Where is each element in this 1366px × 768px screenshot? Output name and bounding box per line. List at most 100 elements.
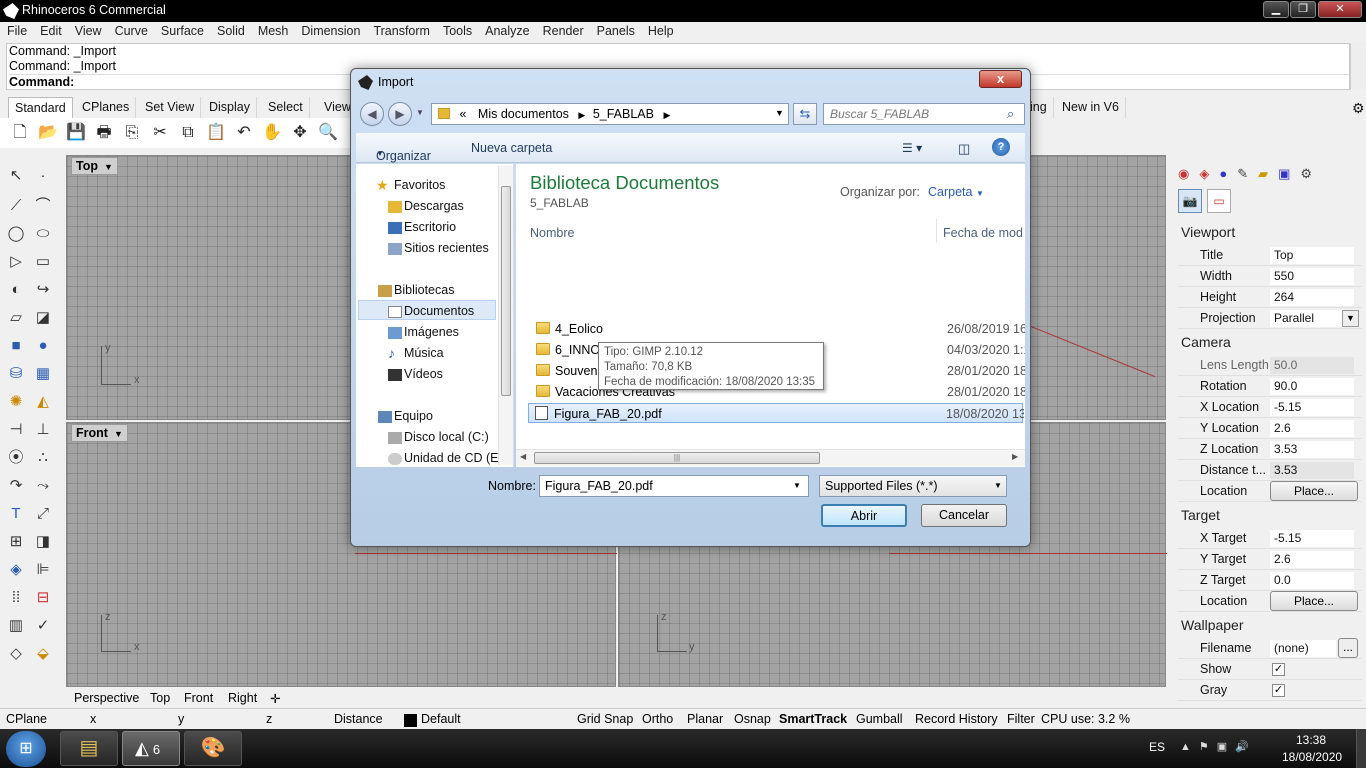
box-icon[interactable]: ■ (4, 334, 28, 358)
address-bar[interactable]: « Mis documentos ▶ 5_FABLAB ▶ ▼ (431, 103, 789, 125)
point-icon[interactable]: · (31, 164, 55, 188)
menu-help[interactable]: Help (641, 22, 680, 38)
cancel-button[interactable]: Cancelar (921, 504, 1007, 527)
toggle-gumball[interactable]: Gumball (856, 712, 903, 726)
prop-value[interactable]: 2.6 (1270, 551, 1354, 568)
tab-set-view[interactable]: Set View (139, 97, 202, 118)
clock-date[interactable]: 18/08/2020 (1282, 750, 1342, 764)
forward-icon[interactable]: ▶ (388, 102, 412, 126)
chevron-down-icon[interactable]: ▼ (994, 481, 1002, 490)
layer-color-swatch[interactable] (404, 714, 417, 727)
show-desktop-button[interactable] (1356, 729, 1366, 768)
place-target-button[interactable]: Place... (1270, 591, 1358, 611)
explode-icon[interactable]: ✺ (4, 390, 28, 414)
start-button[interactable]: ⊞ (6, 731, 46, 767)
surface-edit-icon[interactable]: ◪ (31, 306, 55, 330)
nav-musica[interactable]: Música (404, 346, 444, 360)
explorer-taskbar-icon[interactable]: ▤ (60, 731, 118, 766)
scroll-left-icon[interactable]: ◀ (520, 452, 526, 461)
tab-select[interactable]: Select (262, 97, 310, 118)
prop-value[interactable]: 264 (1270, 289, 1354, 306)
grid-array-icon[interactable]: ⁞⁞ (4, 586, 28, 610)
tab-new-in-v6[interactable]: New in V6 (1056, 97, 1126, 118)
tab-standard[interactable]: Standard (8, 97, 73, 118)
toggle-ortho[interactable]: Ortho (642, 712, 673, 726)
hscroll-thumb[interactable]: ||| (534, 452, 820, 464)
menu-transform[interactable]: Transform (366, 22, 436, 38)
viewport-label-top[interactable]: Top ▼ (71, 157, 118, 175)
panel-tabs[interactable]: ◉◈●✎▰▣⚙ (1178, 166, 1322, 182)
vp-tab-perspective[interactable]: Perspective (74, 691, 139, 705)
mirror-icon[interactable]: ◨ (31, 530, 55, 554)
viewport-frame-icon[interactable]: ▭ (1207, 189, 1231, 213)
nav-sitios-recientes[interactable]: Sitios recientes (404, 241, 489, 255)
layers-icon[interactable]: ◈ (1199, 166, 1219, 181)
nav-documentos[interactable]: Documentos (404, 304, 474, 318)
nav-scroll-thumb[interactable] (501, 186, 511, 396)
dialog-close-button[interactable]: x (979, 70, 1022, 88)
ellipse-icon[interactable]: ⬭ (31, 222, 55, 246)
toggle-planar[interactable]: Planar (687, 712, 723, 726)
layout-icon[interactable]: ⊟ (31, 586, 55, 610)
nav-unidad-cd[interactable]: Unidad de CD (E: (404, 451, 502, 465)
nav-escritorio[interactable]: Escritorio (404, 220, 456, 234)
select-arrow-icon[interactable]: ↖ (4, 164, 28, 188)
menu-dimension[interactable]: Dimension (294, 22, 366, 38)
scroll-right-icon[interactable]: ▶ (1012, 452, 1018, 461)
menu-mesh[interactable]: Mesh (251, 22, 295, 38)
back-icon[interactable]: ◀ (360, 102, 384, 126)
trim-icon[interactable]: ⊣ (4, 418, 28, 442)
copy-icon[interactable]: ⧉ (178, 123, 198, 143)
dimension-icon[interactable]: ⤢ (31, 502, 55, 526)
search-input[interactable]: Buscar 5_FABLAB (823, 103, 1025, 125)
prop-value[interactable]: -5.15 (1270, 530, 1354, 547)
language-indicator[interactable]: ES (1149, 740, 1165, 754)
prop-value[interactable]: 0.0 (1270, 572, 1354, 589)
place-camera-button[interactable]: Place... (1270, 481, 1358, 501)
mesh-icon[interactable]: ▦ (31, 362, 55, 386)
open-file-icon[interactable]: 📂 (38, 123, 58, 143)
offset-icon[interactable]: ⤳ (31, 474, 55, 498)
block-icon[interactable]: ◈ (4, 558, 28, 582)
folder-icon[interactable]: ▰ (1258, 166, 1278, 181)
column-header-date[interactable]: Fecha de modi (943, 226, 1023, 240)
menu-tools[interactable]: Tools (436, 22, 478, 38)
breadcrumb-mis-documentos[interactable]: Mis documentos (478, 107, 569, 121)
menu-render[interactable]: Render (536, 22, 590, 38)
command-scrollbar[interactable] (1350, 43, 1366, 90)
nav-disco-local[interactable]: Disco local (C:) (404, 430, 489, 444)
cylinder-icon[interactable]: ⛁ (4, 362, 28, 386)
prop-value[interactable]: 550 (1270, 268, 1354, 285)
settings-icon[interactable]: ⚙ (1300, 166, 1322, 181)
polygon-icon[interactable]: ▷ (4, 250, 28, 274)
breadcrumb-5-fablab[interactable]: 5_FABLAB (593, 107, 654, 121)
circle-icon[interactable]: ◯ (4, 222, 28, 246)
prop-value[interactable]: Top (1270, 247, 1354, 264)
file-hscrollbar[interactable]: ◀ ||| ▶ (516, 449, 1025, 466)
file-row-selected[interactable]: Figura_FAB_20.pdf 18/08/2020 13: (528, 403, 1024, 423)
view-options-icon[interactable]: ☰ ▾ (902, 141, 922, 155)
nav-favorites[interactable]: Favoritos (394, 178, 445, 192)
menu-file[interactable]: File (0, 22, 33, 38)
text-icon[interactable]: T (4, 502, 28, 526)
viewport-label-front[interactable]: Front ▼ (71, 424, 128, 442)
rotate-view-icon[interactable]: ✥ (290, 123, 310, 143)
brush-icon[interactable]: ✎ (1237, 166, 1258, 181)
toggle-smarttrack[interactable]: SmartTrack (779, 712, 847, 726)
nav-equipo[interactable]: Equipo (394, 409, 433, 423)
render-icon[interactable]: ◇ (4, 642, 28, 666)
prop-value[interactable]: 2.6 (1270, 420, 1354, 437)
arc-icon[interactable]: ◐ (4, 278, 28, 302)
prop-value[interactable]: 3.53 (1270, 441, 1354, 458)
toggle-filter[interactable]: Filter (1007, 712, 1035, 726)
refresh-icon[interactable]: ⇆ (793, 103, 817, 125)
tray-icons[interactable]: ▲⚑▣🔊 (1180, 740, 1257, 753)
search-icon[interactable]: ⌕ (1007, 106, 1014, 122)
minimize-button[interactable]: ▁ (1263, 1, 1289, 18)
file-row[interactable]: 4_Eolico 26/08/2019 16:4 (530, 319, 1025, 339)
paint-icon[interactable]: ⬙ (31, 642, 55, 666)
chevron-right-icon[interactable]: ▶ (578, 110, 585, 120)
nav-descargas[interactable]: Descargas (404, 199, 464, 213)
menu-view[interactable]: View (68, 22, 108, 38)
new-file-icon[interactable]: 🗋 (10, 123, 30, 143)
